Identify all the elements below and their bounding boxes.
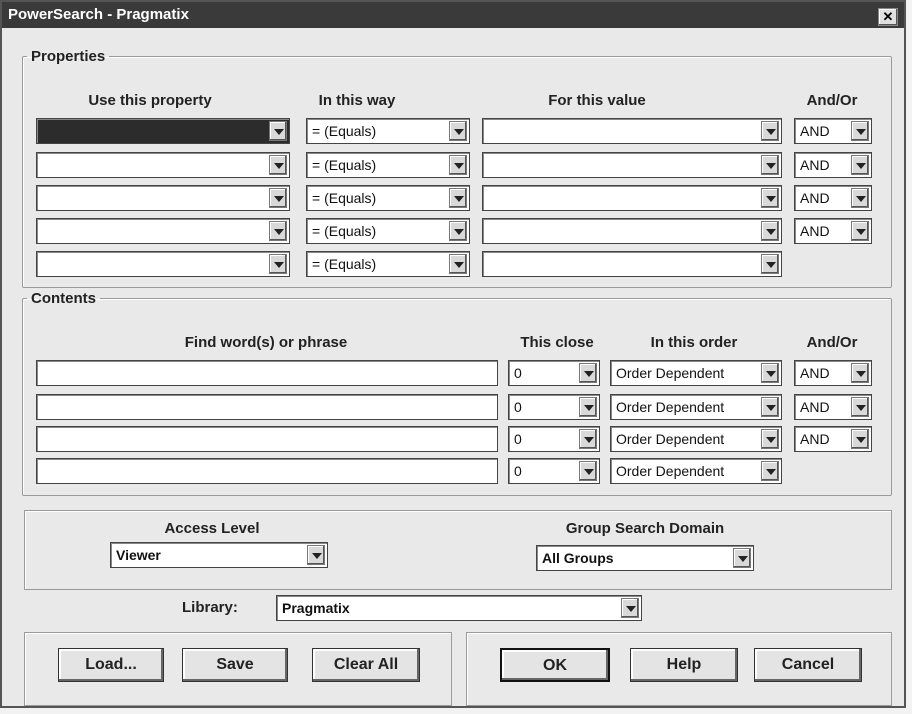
property-select[interactable] [36,185,290,211]
chevron-down-icon[interactable] [851,221,869,241]
property-select[interactable] [36,152,290,178]
and-or-select[interactable]: AND [794,118,872,144]
save-button[interactable]: Save [182,648,288,682]
phrase-input[interactable] [36,426,498,452]
chevron-down-icon[interactable] [761,461,779,481]
header-this-close: This close [520,334,594,351]
order-select[interactable]: Order Dependent [610,394,782,420]
chevron-down-icon[interactable] [449,221,467,241]
ok-button[interactable]: OK [500,648,610,682]
chevron-down-icon[interactable] [269,121,287,141]
chevron-down-icon[interactable] [761,221,779,241]
header-in-this-order: In this order [650,334,738,351]
access-level-select[interactable]: Viewer [110,542,328,568]
operator-select[interactable]: = (Equals) [306,118,470,144]
and-or-select[interactable]: AND [794,394,872,420]
load-button[interactable]: Load... [58,648,164,682]
chevron-down-icon[interactable] [269,188,287,208]
access-level-label: Access Level [164,520,260,537]
chevron-down-icon[interactable] [449,155,467,175]
value-select[interactable] [482,218,782,244]
operator-select[interactable]: = (Equals) [306,251,470,277]
chevron-down-icon[interactable] [761,363,779,383]
chevron-down-icon[interactable] [579,461,597,481]
group-search-domain-label: Group Search Domain [565,520,725,537]
header-and-or: And/Or [806,92,858,109]
value-select[interactable] [482,118,782,144]
header-find-words: Find word(s) or phrase [184,334,348,351]
library-label: Library: [182,599,238,616]
chevron-down-icon[interactable] [761,429,779,449]
order-select[interactable]: Order Dependent [610,360,782,386]
and-or-select[interactable]: AND [794,152,872,178]
and-or-select[interactable]: AND [794,360,872,386]
chevron-down-icon[interactable] [621,598,639,618]
title-bar: PowerSearch - Pragmatix ✕ [2,2,904,28]
header-use-this-property: Use this property [88,92,212,109]
chevron-down-icon[interactable] [761,121,779,141]
proximity-select[interactable]: 0 [508,458,600,484]
value-select[interactable] [482,185,782,211]
value-select[interactable] [482,152,782,178]
operator-select[interactable]: = (Equals) [306,152,470,178]
and-or-select[interactable]: AND [794,218,872,244]
value-select[interactable] [482,251,782,277]
group-search-domain-select[interactable]: All Groups [536,545,754,571]
chevron-down-icon[interactable] [449,188,467,208]
chevron-down-icon[interactable] [761,254,779,274]
properties-legend: Properties [31,48,106,65]
chevron-down-icon[interactable] [761,188,779,208]
chevron-down-icon[interactable] [761,397,779,417]
operator-select[interactable]: = (Equals) [306,185,470,211]
library-select[interactable]: Pragmatix [276,595,642,621]
property-select[interactable] [36,118,290,144]
and-or-select[interactable]: AND [794,185,872,211]
chevron-down-icon[interactable] [449,121,467,141]
chevron-down-icon[interactable] [851,397,869,417]
chevron-down-icon[interactable] [851,155,869,175]
property-select[interactable] [36,218,290,244]
chevron-down-icon[interactable] [851,188,869,208]
chevron-down-icon[interactable] [579,397,597,417]
chevron-down-icon[interactable] [269,155,287,175]
phrase-input[interactable] [36,360,498,386]
close-icon[interactable]: ✕ [878,8,898,26]
property-select[interactable] [36,251,290,277]
header-for-this-value: For this value [548,92,646,109]
chevron-down-icon[interactable] [579,429,597,449]
header-in-this-way: In this way [318,92,396,109]
powersearch-dialog: PowerSearch - Pragmatix ✕ Properties Use… [0,0,906,708]
help-button[interactable]: Help [630,648,738,682]
chevron-down-icon[interactable] [761,155,779,175]
chevron-down-icon[interactable] [851,121,869,141]
chevron-down-icon[interactable] [449,254,467,274]
chevron-down-icon[interactable] [579,363,597,383]
chevron-down-icon[interactable] [269,254,287,274]
cancel-button[interactable]: Cancel [754,648,862,682]
chevron-down-icon[interactable] [733,548,751,568]
chevron-down-icon[interactable] [307,545,325,565]
order-select[interactable]: Order Dependent [610,458,782,484]
proximity-select[interactable]: 0 [508,394,600,420]
chevron-down-icon[interactable] [851,429,869,449]
header-and-or: And/Or [806,334,858,351]
contents-legend: Contents [31,290,96,307]
and-or-select[interactable]: AND [794,426,872,452]
proximity-select[interactable]: 0 [508,426,600,452]
phrase-input[interactable] [36,458,498,484]
order-select[interactable]: Order Dependent [610,426,782,452]
phrase-input[interactable] [36,394,498,420]
chevron-down-icon[interactable] [269,221,287,241]
proximity-select[interactable]: 0 [508,360,600,386]
operator-select[interactable]: = (Equals) [306,218,470,244]
window-title: PowerSearch - Pragmatix [8,6,189,23]
clear-all-button[interactable]: Clear All [312,648,420,682]
chevron-down-icon[interactable] [851,363,869,383]
